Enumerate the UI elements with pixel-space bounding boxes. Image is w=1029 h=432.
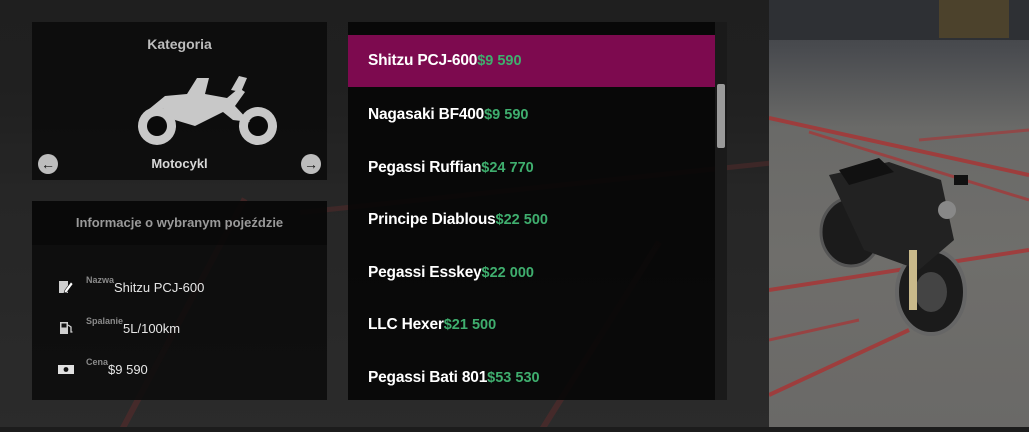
vehicle-price: $24 770 [481,160,534,176]
edit-document-icon [58,280,74,294]
info-label: Cena [86,357,109,367]
info-label: Nazwa [86,275,115,285]
vehicle-price: $22 000 [481,265,534,281]
money-bill-icon [58,362,74,376]
vehicle-name: Pegassi Esskey [368,264,482,281]
info-value: Shitzu PCJ-600 [114,279,205,295]
vehicle-list-item[interactable]: Shitzu PCJ-600 $9 590 [348,35,715,87]
vehicle-name: Shitzu PCJ-600 [368,52,478,69]
motorcycle-preview-image [768,0,1029,397]
vehicle-list-item[interactable]: Pegassi Ruffian $24 770 [348,142,715,194]
vehicle-list-item[interactable]: Pegassi Bati 801 $53 530 [348,352,715,400]
category-selector: ← Motocykl → [32,154,327,200]
vehicle-price: $9 590 [477,53,522,69]
info-value: $9 590 [108,361,148,377]
info-row-consumption: Spalanie 5L/100km [58,316,181,338]
info-row-price: Cena $9 590 [58,357,148,379]
vehicle-name: LLC Hexer [368,316,444,333]
motorcycle-icon [138,76,277,145]
category-label: Motocykl [151,156,208,171]
vehicle-price: $53 530 [487,370,540,386]
category-title: Kategoria [147,36,212,52]
garage-preview [768,0,1029,427]
vehicle-list-item[interactable]: Principe Diablous $22 500 [348,194,715,246]
vehicle-name: Principe Diablous [368,211,496,228]
scrollbar-thumb[interactable] [717,84,725,148]
category-panel: Kategoria ← Motocykl → [32,22,327,180]
vehicle-info-panel: Informacje o wybranym pojeździe Nazwa Sh… [32,201,327,400]
info-value: 5L/100km [123,320,181,336]
vehicle-name: Pegassi Ruffian [368,159,482,176]
vehicle-list-item[interactable]: Nagasaki BF400 $9 590 [348,89,715,141]
vehicle-list-item[interactable]: Pegassi Esskey $22 000 [348,247,715,299]
info-title: Informacje o wybranym pojeździe [75,215,284,230]
vehicle-name: Pegassi Bati 801 [368,369,488,386]
vehicle-price: $22 500 [495,212,548,228]
vehicle-price: $21 500 [443,317,497,333]
fuel-pump-icon [58,321,74,335]
info-header: Informacje o wybranym pojeździe [32,201,327,245]
arrow-right-icon[interactable]: → [301,154,321,174]
info-row-name: Nazwa Shitzu PCJ-600 [58,275,205,297]
info-label: Spalanie [86,316,124,326]
vehicle-list: Shitzu PCJ-600 $9 590 Nagasaki BF400 $9 59… [348,22,727,400]
vehicle-name: Nagasaki BF400 [368,106,485,123]
vehicle-list-item[interactable]: LLC Hexer $21 500 [348,299,715,351]
vehicle-price: $9 590 [484,107,529,123]
scrollbar-track[interactable] [715,22,727,400]
